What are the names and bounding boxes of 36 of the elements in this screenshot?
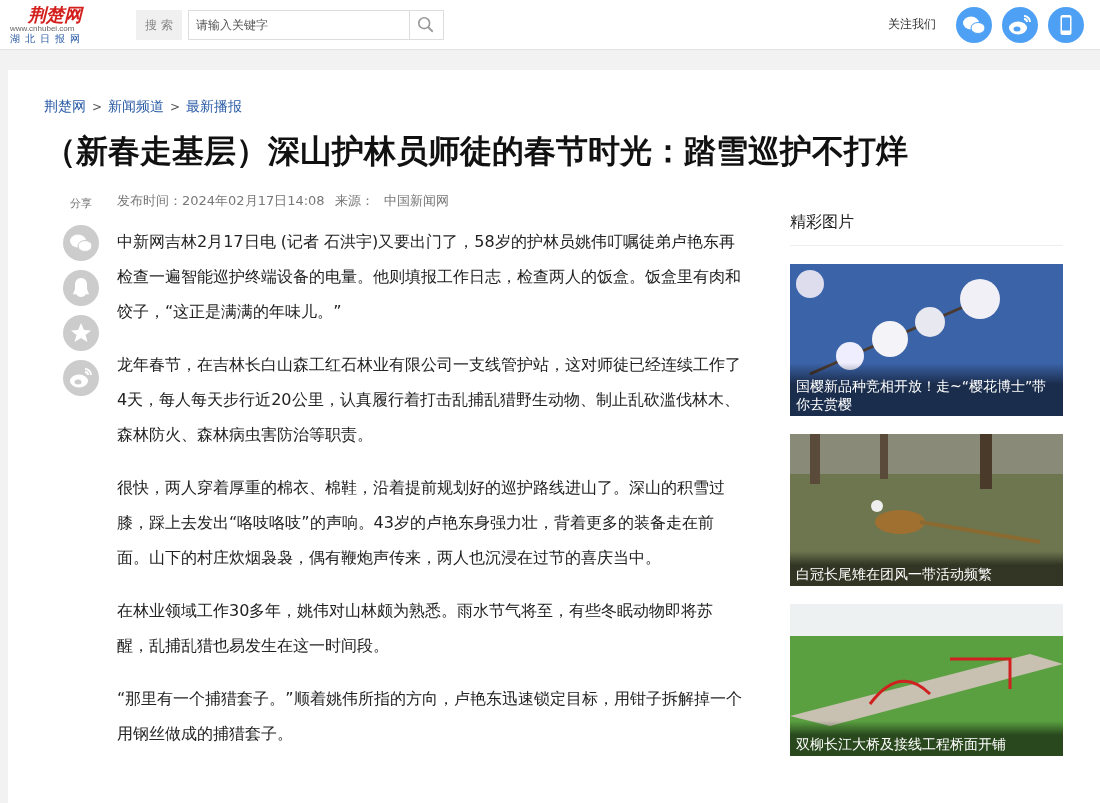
search-button[interactable] [409, 9, 444, 40]
search-icon [417, 15, 436, 34]
wechat-icon[interactable] [62, 225, 99, 261]
picture-caption: 白冠长尾雉在团风一带活动频繁 [790, 551, 1063, 586]
logo-url: www.cnhubei.com [10, 24, 75, 33]
follow-us-label: 关注我们 [888, 16, 936, 33]
picture-card[interactable]: 双柳长江大桥及接线工程桥面开铺 [790, 604, 1063, 756]
picture-card[interactable]: 国樱新品种竞相开放！走~“樱花博士”带你去赏樱 [790, 264, 1063, 416]
breadcrumb-link[interactable]: 最新播报 [186, 98, 243, 116]
article-paragraph: 龙年春节，在吉林长白山森工红石林业有限公司一支线管护站，这对师徒已经连续工作了4天，每人每天步行近20公里，认真履行着打击乱捕乱猎野生动物、制止乱砍滥伐林木、森林防火、森林病虫害防治等职责。 [117, 354, 742, 446]
sidebar-title: 精彩图片 [790, 212, 1063, 246]
breadcrumb-link[interactable]: 新闻频道 [108, 98, 165, 116]
article-title: （新春走基层）深山护林员师徒的春节时光：踏雪巡护不打烊 [44, 131, 909, 172]
picture-caption: 国樱新品种竞相开放！走~“樱花博士”带你去赏樱 [790, 363, 1063, 416]
article-paragraph: 在林业领域工作30多年，姚伟对山林颇为熟悉。雨水节气将至，有些冬眠动物即将苏醒，乱捕乱猎也易发生在这一时间段。 [117, 600, 715, 657]
picture-card[interactable]: 白冠长尾雉在团风一带活动频繁 [790, 434, 1063, 586]
search-label: 搜 索 [136, 9, 182, 40]
publish-time: 发布时间：2024年02月17日14:08 [117, 192, 325, 210]
breadcrumb-separator: > [92, 100, 103, 114]
source-name: 中国新闻网 [383, 192, 449, 210]
search-field[interactable]: 请输入关键字 [187, 9, 410, 40]
breadcrumb-link[interactable]: 荆楚网 [44, 98, 86, 116]
picture-caption: 双柳长江大桥及接线工程桥面开铺 [790, 721, 1063, 756]
site-logo[interactable]: 荆楚网 [10, 5, 130, 24]
wechat-icon[interactable] [956, 6, 992, 43]
share-label: 分享 [69, 196, 92, 211]
article-paragraph: 很快，两人穿着厚重的棉衣、棉鞋，沿着提前规划好的巡护路线进山了。深山的积雪过膝，踩上去发出“咯吱咯吱”的声响。43岁的卢艳东身强力壮，背着更多的装备走在前面。山下的村庄炊烟袅袅，偶有鞭炮声传来，两人也沉浸在过节的喜庆当中。 [117, 477, 726, 569]
article-paragraph: “那里有一个捕猎套子。”顺着姚伟所指的方向，卢艳东迅速锁定目标，用钳子拆解掉一个用钢丝做成的捕猎套子。 [117, 688, 742, 745]
phone-icon[interactable] [1048, 6, 1084, 43]
breadcrumb-separator: > [170, 100, 181, 114]
source-label: 来源： [334, 192, 374, 210]
penguin-icon[interactable] [62, 270, 99, 306]
weibo-icon[interactable] [1002, 6, 1038, 43]
weibo-icon[interactable] [62, 360, 99, 396]
logo-subtitle: 湖北日报网 [10, 33, 86, 44]
article-paragraph: 中新网吉林2月17日电 (记者 石洪宇)又要出门了，58岁的护林员姚伟叮嘱徒弟卢艳东再检查一遍智能巡护终端设备的电量。他则填报工作日志，检查两人的饭盒。饭盒里有肉和饺子，“这正是满满的年味儿。” [117, 231, 742, 323]
